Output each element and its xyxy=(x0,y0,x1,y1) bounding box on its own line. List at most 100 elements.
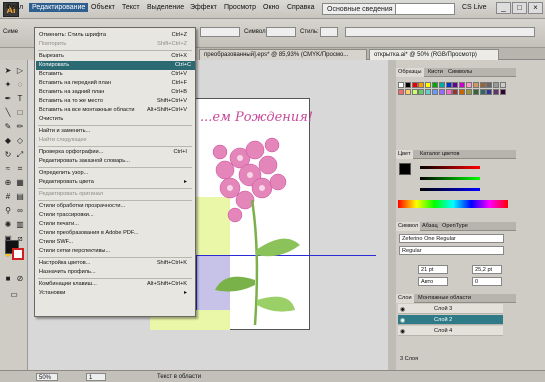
edit-menu-item[interactable]: Комбинации клавиш... Alt+Shift+Ctrl+K xyxy=(39,280,191,289)
edit-menu-item[interactable]: Стили обработки прозрачности... xyxy=(39,202,191,211)
greeting-heading[interactable]: ...ем Рождения! xyxy=(200,110,313,125)
perspective-grid-tool-icon[interactable]: ▦ xyxy=(15,178,25,188)
color-swatch[interactable] xyxy=(500,89,506,95)
color-swatch[interactable] xyxy=(493,89,500,95)
edit-menu-item[interactable]: Редактировать оригинал xyxy=(39,190,191,199)
eraser-tool-icon[interactable]: ◇ xyxy=(15,136,25,146)
eyedropper-tool-icon[interactable]: ⚲ xyxy=(3,206,13,216)
type-tool-icon[interactable]: T xyxy=(15,94,25,104)
layer-row-3[interactable]: Слой 3 xyxy=(398,304,503,314)
color-swatch[interactable] xyxy=(404,89,411,95)
edit-menu-item[interactable]: Редактировать цвета ▸ xyxy=(39,178,191,187)
color-swatch[interactable] xyxy=(438,82,445,88)
blob-brush-tool-icon[interactable]: ◆ xyxy=(3,136,13,146)
edit-menu-item[interactable]: Вставить на передний план Ctrl+F xyxy=(39,79,191,88)
menu-type[interactable]: Текст xyxy=(122,4,140,11)
mesh-tool-icon[interactable]: # xyxy=(3,192,13,202)
color-swatch[interactable] xyxy=(445,82,452,88)
leading-field[interactable]: 25,2 pt xyxy=(472,265,502,274)
color-swatch[interactable] xyxy=(432,89,438,95)
menu-view[interactable]: Просмотр xyxy=(224,4,256,11)
edit-menu-item[interactable]: Вставить Ctrl+V xyxy=(39,70,191,79)
edit-menu-item[interactable]: Стили трассировки... xyxy=(39,211,191,220)
menu-file[interactable]: Файл xyxy=(6,4,23,11)
tracking-field[interactable]: 0 xyxy=(472,277,502,286)
free-transform-tool-icon[interactable]: ⌗ xyxy=(15,164,25,174)
menu-effect[interactable]: Эффект xyxy=(190,4,217,11)
screen-mode-icon[interactable]: ▭ xyxy=(9,290,19,300)
color-swatch[interactable] xyxy=(445,89,452,95)
tab-layers[interactable]: Слои xyxy=(396,294,414,303)
edit-menu-item[interactable]: Вставить на то же место Shift+Ctrl+V xyxy=(39,97,191,106)
tab-color-guide[interactable]: Каталог цветов xyxy=(418,150,462,159)
eye-icon[interactable]: ◉ xyxy=(400,328,405,335)
font-family-field[interactable]: Zeferino One Regular xyxy=(399,234,504,243)
edit-menu-item[interactable]: Копировать Ctrl+C xyxy=(36,61,195,70)
color-swatch[interactable] xyxy=(398,82,404,88)
graph-tool-icon[interactable]: ▥ xyxy=(15,220,25,230)
edit-menu-item[interactable]: Вставить на задний план Ctrl+B xyxy=(39,88,191,97)
cs-live-button[interactable]: CS Live xyxy=(462,4,487,11)
tab-opentype[interactable]: OpenType xyxy=(440,222,470,231)
minimize-button[interactable]: _ xyxy=(496,2,511,14)
color-swatch[interactable] xyxy=(425,89,432,95)
color-fill-swatch[interactable] xyxy=(399,163,411,175)
edit-menu-item[interactable]: Очистить xyxy=(39,115,191,124)
close-button[interactable]: × xyxy=(528,2,543,14)
layer-row-2[interactable]: Слой 2 xyxy=(398,315,503,325)
color-swatch[interactable] xyxy=(418,82,425,88)
edit-menu-item[interactable]: Стили сетки перспективы... xyxy=(39,247,191,256)
red-slider[interactable] xyxy=(420,166,480,169)
font-style-field[interactable]: Regular xyxy=(399,246,504,255)
symbol-sprayer-tool-icon[interactable]: ✺ xyxy=(3,220,13,230)
edit-menu-item[interactable]: Вставить на все монтажные области Alt+Shi… xyxy=(39,106,191,115)
color-swatch[interactable] xyxy=(500,82,506,88)
color-swatch[interactable] xyxy=(404,82,411,88)
blue-slider[interactable] xyxy=(420,188,480,191)
tab-paragraph[interactable]: Абзац xyxy=(420,222,440,231)
edit-menu-item[interactable]: Вырезать Ctrl+X xyxy=(39,52,191,61)
edit-menu-item[interactable]: Стили SWF... xyxy=(39,238,191,247)
color-swatch[interactable] xyxy=(486,89,493,95)
tab-artboards[interactable]: Монтажные области xyxy=(416,294,473,303)
eye-icon[interactable]: ◉ xyxy=(400,306,405,313)
color-swatch[interactable] xyxy=(466,82,472,88)
color-swatch[interactable] xyxy=(472,82,479,88)
warp-tool-icon[interactable]: ≈ xyxy=(3,164,13,174)
green-slider[interactable] xyxy=(420,177,480,180)
edit-menu-item[interactable]: Установки ▸ xyxy=(39,289,191,298)
swatches-grid[interactable] xyxy=(398,80,508,142)
rotate-tool-icon[interactable]: ↻ xyxy=(3,150,13,160)
direct-selection-tool-icon[interactable]: ▷ xyxy=(15,66,25,76)
artboard-number-field[interactable]: 1 xyxy=(86,373,106,381)
layer-row-4[interactable]: Слой 4 xyxy=(398,326,503,336)
selection-tool-icon[interactable]: ➤ xyxy=(3,66,13,76)
kerning-field[interactable]: Авто xyxy=(418,277,448,286)
tab-otkrytka-document[interactable]: открытка.ai* @ 50% (RGB/Просмотр) xyxy=(369,49,499,60)
maximize-button[interactable]: □ xyxy=(512,2,527,14)
line-tool-icon[interactable]: ╲ xyxy=(3,108,13,118)
color-mode-icon[interactable]: ■ xyxy=(3,274,13,284)
menu-object[interactable]: Объект xyxy=(91,4,115,11)
scale-tool-icon[interactable]: ⤢ xyxy=(15,150,25,160)
none-mode-icon[interactable]: ⊘ xyxy=(15,274,25,284)
edit-menu-item[interactable]: Повторить Shift+Ctrl+Z xyxy=(39,40,191,49)
workspace-switcher[interactable]: Основные сведения xyxy=(322,3,402,15)
edit-menu-item[interactable]: Найти и заменить... xyxy=(39,127,191,136)
pen-tool-icon[interactable]: ✒ xyxy=(3,94,13,104)
control-options[interactable] xyxy=(345,27,535,37)
color-swatch[interactable] xyxy=(479,82,486,88)
edit-menu-item[interactable]: Стили преобразования в Adobe PDF... xyxy=(39,229,191,238)
color-swatch[interactable] xyxy=(425,82,432,88)
search-input[interactable] xyxy=(395,3,455,15)
gradient-tool-icon[interactable]: ▤ xyxy=(15,192,25,202)
color-spectrum[interactable] xyxy=(398,200,508,208)
magic-wand-tool-icon[interactable]: ✦ xyxy=(3,80,13,90)
edit-menu-item[interactable]: Стили печати... xyxy=(39,220,191,229)
tab-swatches[interactable]: Образцы xyxy=(396,68,424,77)
menu-window[interactable]: Окно xyxy=(263,4,279,11)
edit-menu-item[interactable]: Определить узор... xyxy=(39,169,191,178)
color-swatch[interactable] xyxy=(452,89,459,95)
color-swatch[interactable] xyxy=(479,89,486,95)
flower-illustration[interactable] xyxy=(200,130,310,330)
